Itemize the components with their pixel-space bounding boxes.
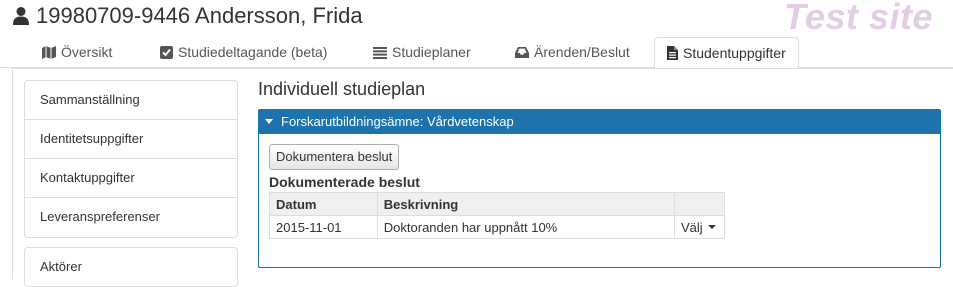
panel-header[interactable]: Forskarutbildningsämne: Vårdvetenskap — [259, 110, 940, 134]
tab-label: Studiedeltagande (beta) — [178, 44, 328, 60]
document-decision-button[interactable]: Dokumentera beslut — [269, 144, 400, 170]
study-plan-panel: Forskarutbildningsämne: Vårdvetenskap Do… — [258, 109, 941, 268]
table-header-row: Datum Beskrivning — [269, 192, 725, 216]
sidebar-item-leveranspreferenser[interactable]: Leveranspreferenser — [25, 198, 237, 237]
tab-label: Översikt — [61, 44, 113, 60]
user-icon — [13, 7, 29, 25]
decisions-table: Datum Beskrivning 2015-11-01 Doktoranden… — [269, 192, 725, 239]
list-icon — [373, 46, 387, 59]
test-site-label: Test site — [783, 0, 933, 37]
tab-bar: Översikt Studiedeltagande (beta) Studiep… — [0, 37, 953, 69]
valj-label: Välj — [681, 219, 703, 235]
cell-action: Välj — [674, 215, 725, 239]
sidebar-item-sammanstallning[interactable]: Sammanställning — [25, 81, 237, 120]
section-title: Dokumenterade beslut — [269, 174, 420, 190]
column-header-beskrivning: Beskrivning — [376, 192, 676, 216]
tab-oversikt[interactable]: Översikt — [30, 37, 124, 68]
cell-datum: 2015-11-01 — [269, 215, 378, 239]
panel-title: Forskarutbildningsämne: Vårdvetenskap — [281, 114, 514, 129]
tab-studentuppgifter[interactable]: Studentuppgifter — [654, 37, 799, 69]
tab-studieplaner[interactable]: Studieplaner — [361, 37, 483, 68]
sidebar-item-aktorer[interactable]: Aktörer — [25, 248, 237, 287]
sidebar-item-identitetsuppgifter[interactable]: Identitetsuppgifter — [25, 120, 237, 159]
checkbox-icon — [160, 46, 173, 59]
column-header-datum: Datum — [269, 192, 378, 216]
tab-studiedeltagande[interactable]: Studiedeltagande (beta) — [148, 37, 339, 68]
tab-label: Ärenden/Beslut — [534, 44, 630, 60]
caret-down-icon — [707, 225, 716, 229]
map-icon — [42, 46, 56, 59]
page-header: 19980709-9446 Andersson, Frida Test site — [0, 0, 953, 38]
sidebar-item-kontaktuppgifter[interactable]: Kontaktuppgifter — [25, 159, 237, 198]
tab-label: Studentuppgifter — [683, 44, 786, 61]
person-name: 19980709-9446 Andersson, Frida — [36, 3, 363, 28]
cell-beskrivning: Doktoranden har uppnått 10% — [376, 215, 676, 239]
sidebar-menu: Sammanställning Identitetsuppgifter Kont… — [24, 80, 238, 238]
tab-arenden-beslut[interactable]: Ärenden/Beslut — [503, 37, 642, 68]
column-header-action — [674, 192, 725, 216]
inbox-icon — [515, 47, 529, 58]
caret-down-icon — [265, 119, 273, 124]
valj-dropdown[interactable]: Välj — [681, 220, 716, 235]
tab-label: Studieplaner — [392, 44, 471, 60]
document-icon — [667, 46, 678, 60]
table-row: 2015-11-01 Doktoranden har uppnått 10% V… — [269, 215, 725, 239]
sidebar-menu-secondary: Aktörer — [24, 247, 238, 287]
page-title: Individuell studieplan — [258, 79, 426, 99]
